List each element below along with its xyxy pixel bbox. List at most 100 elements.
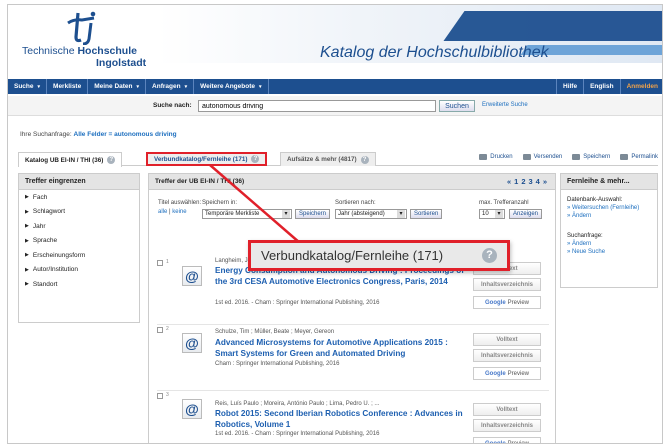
help-icon[interactable]: ? [251,155,260,163]
save-button[interactable]: Speichern [572,154,610,160]
select-label: Titel auswählen: [158,200,202,206]
permalink-button[interactable]: Permalink [620,154,658,160]
continue-search-link[interactable]: » Weitersuchen (Fernleihe) [567,204,651,212]
thi-logo-icon[interactable] [64,11,100,45]
pager-page-3[interactable]: 3 [528,177,532,186]
nav-item-meine-daten[interactable]: Meine Daten ▾ [88,79,147,94]
fulltext-button[interactable]: Volltext [473,403,541,416]
advanced-search-link[interactable]: Erweiterte Suche [482,102,528,108]
db-select-block: Datenbank-Auswahl: » Weitersuchen (Fernl… [561,196,657,220]
sort-select[interactable]: Jahr (absteigend) [335,209,407,219]
facet-standort[interactable]: ▶ Standort [19,277,139,292]
logo-text-ingolstadt: Ingolstadt [96,57,147,69]
google-logo-icon: Google [484,299,506,306]
triangle-right-icon: ▶ [25,252,29,259]
nav-english[interactable]: English [583,79,619,94]
search-button[interactable]: Suchen [439,100,475,112]
pager-prev[interactable]: « [507,177,511,186]
triangle-right-icon: ▶ [25,281,29,288]
facet-label: Fach [32,193,48,201]
nav-label: Weitere Angebote [200,83,255,90]
online-resource-icon: @ [182,266,202,286]
google-logo-icon: Google [484,370,506,377]
result-number: 3 [166,392,169,398]
send-button[interactable]: Versenden [522,154,563,160]
select-none-link[interactable]: keine [172,209,186,215]
query-value-link[interactable]: Alle Felder = autonomous driving [74,131,177,138]
facet-label: Standort [32,280,58,288]
facet-schlagwort[interactable]: ▶ Schlagwort [19,205,139,220]
change-db-link[interactable]: » Ändern [567,212,651,220]
max-label: max. Trefferanzahl [479,200,529,206]
envelope-icon [522,154,531,160]
fulltext-button[interactable]: Volltext [473,333,541,346]
google-preview-button[interactable]: Google Preview [473,367,541,380]
pager-next[interactable]: » [543,177,547,186]
google-preview-button[interactable]: Google Preview [473,296,541,309]
google-preview-button[interactable]: Google Preview [473,437,541,444]
triangle-right-icon: ▶ [25,208,29,215]
result-checkbox[interactable] [157,260,163,266]
save-to-button[interactable]: Speichern [295,209,331,219]
toolbar: Drucken Versenden Speichern Permalink [479,154,658,160]
google-preview-label: Preview [507,440,529,444]
help-icon[interactable]: ? [360,155,369,164]
nav-label: Meine Daten [94,83,133,90]
nav-item-anfragen[interactable]: Anfragen ▾ [146,79,195,94]
tool-label: Drucken [490,154,513,160]
search-query-summary: Ihre Suchanfrage: Alle Felder = autonomo… [20,131,177,138]
facet-label: Jahr [32,222,46,230]
nav-hilfe[interactable]: Hilfe [556,79,583,94]
toc-button[interactable]: Inhaltsverzeichnis [473,278,541,291]
nav-anmelden[interactable]: Anmelden [619,79,662,94]
max-select[interactable]: 10 [479,209,505,219]
facet-fach[interactable]: ▶ Fach [19,190,139,205]
link-icon [620,154,629,160]
show-button[interactable]: Anzeigen [509,209,543,219]
facet-erscheinungsform[interactable]: ▶ Erscheinungsform [19,248,139,263]
result-title[interactable]: Robot 2015: Second Iberian Robotics Conf… [215,409,465,430]
sort-button[interactable]: Sortieren [410,209,443,219]
main-nav: Suche ▾ Merkliste Meine Daten ▾ Anfragen ▾ … [8,79,662,94]
nav-label: Merkliste [53,83,82,90]
facet-sprache[interactable]: ▶ Sprache [19,234,139,249]
nav-item-suche[interactable]: Suche ▾ [8,79,48,94]
pager-page-4[interactable]: 4 [536,177,540,186]
logo-text-technische: Technische [22,45,78,57]
right-sidebar-heading: Fernleihe & mehr... [561,174,657,190]
facet-label: Sprache [32,237,58,245]
facet-label: Autor/Institution [32,266,79,274]
pager-page-1[interactable]: 1 [514,177,518,186]
query-block: Suchanfrage: » Ändern » Neue Suche [561,232,657,256]
online-resource-icon: @ [182,399,202,419]
tab-verbundkatalog[interactable]: Verbundkatalog/Fernleihe (171)? [146,152,268,166]
print-button[interactable]: Drucken [479,154,513,160]
tab-aufsaetze[interactable]: Aufsätze & mehr (4817)? [280,152,376,166]
facet-autor[interactable]: ▶ Autor/Institution [19,263,139,278]
result-title[interactable]: Advanced Microsystems for Automotive App… [215,338,465,359]
facet-jahr[interactable]: ▶ Jahr [19,219,139,234]
result-meta: Cham : Springer International Publishing… [215,361,340,367]
save-select[interactable]: Temporäre Merkliste [202,209,292,219]
tool-label: Versenden [533,154,563,160]
pager-page-2[interactable]: 2 [521,177,525,186]
new-search-link[interactable]: » Neue Suche [567,248,651,256]
nav-label: Suche [14,83,34,90]
toc-button[interactable]: Inhaltsverzeichnis [473,349,541,362]
result-checkbox[interactable] [157,393,163,399]
result-tabs: Katalog UB EI-IN / THI (36)? Verbundkata… [18,150,658,167]
change-query-link[interactable]: » Ändern [567,240,651,248]
page-frame: Technische Hochschule Ingolstadt Katalog… [7,4,663,444]
google-logo-icon: Google [484,440,506,444]
help-icon[interactable]: ? [107,156,116,164]
select-all-link[interactable]: alle [158,209,167,215]
tool-label: Speichern [583,154,611,160]
google-preview-label: Preview [507,299,529,306]
search-input[interactable] [198,100,436,112]
help-icon: ? [482,248,497,263]
nav-item-weitere-angebote[interactable]: Weitere Angebote ▾ [194,79,269,94]
tab-katalog[interactable]: Katalog UB EI-IN / THI (36)? [18,152,123,167]
result-checkbox[interactable] [157,327,163,333]
nav-item-merkliste[interactable]: Merkliste [47,79,89,94]
toc-button[interactable]: Inhaltsverzeichnis [473,419,541,432]
